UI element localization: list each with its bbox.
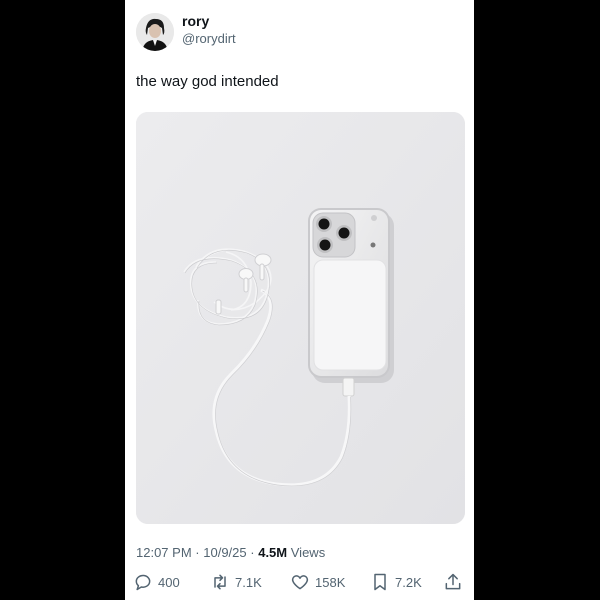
reply-count: 400 xyxy=(158,574,180,590)
share-button[interactable] xyxy=(443,567,463,597)
views-count: 4.5M xyxy=(258,545,288,560)
avatar[interactable] xyxy=(136,13,174,51)
tweet-time[interactable]: 12:07 PM xyxy=(136,545,192,560)
action-bar: 400 7.1K 158K 7.2K xyxy=(133,567,466,597)
reply-button[interactable]: 400 xyxy=(133,567,180,597)
repost-icon xyxy=(214,574,226,590)
phone-earbuds-photo xyxy=(136,112,465,524)
bookmark-count: 7.2K xyxy=(395,574,422,590)
meta-separator: · xyxy=(195,545,200,560)
author-handle[interactable]: @rorydirt xyxy=(182,31,236,46)
like-icon xyxy=(291,575,309,590)
bookmark-icon xyxy=(374,573,386,591)
tweet-text: the way god intended xyxy=(136,73,279,90)
repost-count: 7.1K xyxy=(235,574,262,590)
like-button[interactable]: 158K xyxy=(290,567,345,597)
tweet-date[interactable]: 10/9/25 xyxy=(203,545,246,560)
tweet-meta: 12:07 PM · 10/9/25 · 4.5M Views xyxy=(136,545,325,560)
tweet-media-image[interactable] xyxy=(136,112,465,524)
views-label: Views xyxy=(290,545,326,560)
repost-button[interactable]: 7.1K xyxy=(210,567,262,597)
meta-separator: · xyxy=(250,545,255,560)
like-count: 158K xyxy=(315,574,346,590)
tweet-card: rory @rorydirt the way god intended 12:0… xyxy=(125,0,474,600)
bookmark-button[interactable]: 7.2K xyxy=(370,567,422,597)
author-name[interactable]: rory xyxy=(182,13,209,29)
reply-icon xyxy=(135,574,151,591)
share-icon xyxy=(445,573,461,590)
